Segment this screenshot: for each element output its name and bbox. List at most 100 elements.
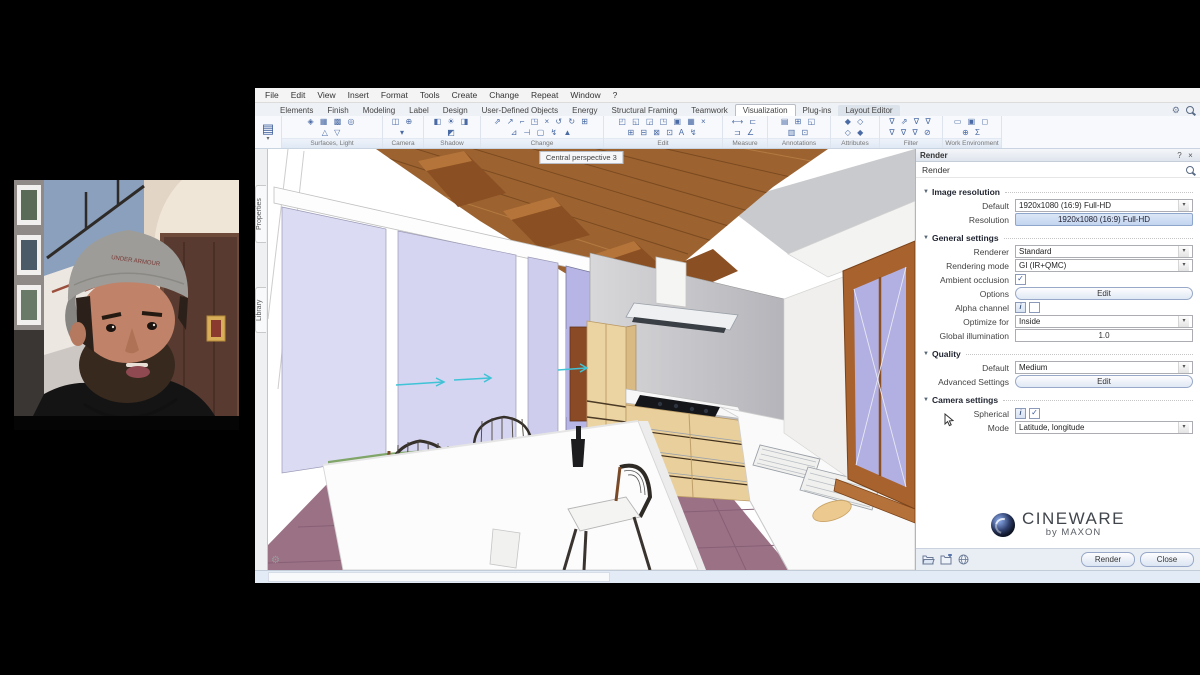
viewport-3d[interactable]: Central perspective 3 ⚙ [268, 149, 915, 570]
help-icon[interactable]: ? [1174, 151, 1185, 160]
group-icons[interactable]: ⟷ ⊏ ⊐ ∠ [723, 116, 767, 138]
tab-label[interactable]: Label [402, 105, 436, 116]
tab-structural-framing[interactable]: Structural Framing [605, 105, 685, 116]
tool-icons-row[interactable]: ⊞ ⊟ ⊠ ⊡ A ↯ [607, 127, 719, 138]
tab-plug-ins[interactable]: Plug-ins [796, 105, 839, 116]
menu-item-edit[interactable]: Edit [285, 90, 312, 100]
tool-icons-row[interactable]: ▾ [386, 127, 420, 138]
sidebar-tab-library[interactable]: Library [255, 287, 266, 333]
camera-mode-dropdown[interactable]: Latitude, longitude ▾ [1015, 421, 1193, 434]
group-icons[interactable]: ∇ ⇗ ∇ ∇ ∇ ∇ ∇ ⊘ [880, 116, 942, 138]
group-surfaces-light: ◈ ▦ ▩ ◎ △ ▽ Surfaces, Light [282, 116, 383, 148]
menu-item-repeat[interactable]: Repeat [525, 90, 564, 100]
tool-icons-row[interactable]: ⇗ ↗ ⌐ ◳ × ↺ ↻ ⊞ [484, 116, 600, 127]
chevron-down-icon[interactable]: ▾ [1178, 362, 1189, 373]
section-camera-settings[interactable]: ▼ Camera settings [923, 395, 1193, 405]
spherical-checkbox[interactable]: ✓ [1029, 408, 1040, 419]
save-preset-icon[interactable] [940, 554, 953, 565]
tab-user-defined-objects[interactable]: User-Defined Objects [475, 105, 565, 116]
tool-icons-row[interactable]: ⟷ ⊏ [726, 116, 764, 127]
tool-icons-row[interactable]: ◫ ⊕ [386, 116, 420, 127]
chevron-down-icon[interactable]: ▾ [1178, 316, 1189, 327]
group-icons[interactable]: ◫ ⊕ ▾ [383, 116, 423, 138]
tool-icons-row[interactable]: ⊕ Σ [946, 127, 998, 138]
gear-icon[interactable]: ⚙ [1172, 105, 1180, 115]
menu-item-view[interactable]: View [311, 90, 341, 100]
ribbon-toolbar: ▤ ▾ ◈ ▦ ▩ ◎ △ ▽ Surfaces, Light ◫ ⊕ ▾ Ca… [255, 116, 1200, 149]
options-edit-button[interactable]: Edit [1015, 287, 1193, 300]
tool-icons-row[interactable]: ▭ ▣ ◻ [946, 116, 998, 127]
menu-item-help[interactable]: ? [607, 90, 624, 100]
tool-icons-row[interactable]: △ ▽ [285, 127, 379, 138]
group-attributes: ◆ ◇ ◇ ◆ Attributes [831, 116, 880, 148]
tool-icons-row[interactable]: ∇ ⇗ ∇ ∇ [883, 116, 939, 127]
tab-visualization[interactable]: Visualization [735, 104, 796, 116]
group-icons[interactable]: ◆ ◇ ◇ ◆ [831, 116, 879, 138]
group-icons[interactable]: ◰ ◱ ◲ ◳ ▣ ▦ × ⊞ ⊟ ⊠ ⊡ A ↯ [604, 116, 722, 138]
dropdown-value: Latitude, longitude [1019, 423, 1178, 432]
tab-teamwork[interactable]: Teamwork [684, 105, 734, 116]
horizontal-scrollbar[interactable] [268, 572, 610, 582]
sidebar-tab-properties[interactable]: Properties [255, 185, 266, 243]
tab-modeling[interactable]: Modeling [356, 105, 402, 116]
optimize-for-dropdown[interactable]: Inside ▾ [1015, 315, 1193, 328]
alpha-channel-checkbox[interactable] [1029, 302, 1040, 313]
menu-item-format[interactable]: Format [375, 90, 414, 100]
magnifier-icon[interactable] [1186, 166, 1194, 174]
logo-name: CINEWARE [1022, 511, 1125, 527]
viewport-gear-icon[interactable]: ⚙ [271, 555, 280, 566]
tab-design[interactable]: Design [436, 105, 475, 116]
section-image-resolution[interactable]: ▼ Image resolution [923, 187, 1193, 197]
group-change: ⇗ ↗ ⌐ ◳ × ↺ ↻ ⊞ ⊿ ⊣ ▢ ↯ ▲ Change [481, 116, 604, 148]
tool-icons-row[interactable]: ◈ ▦ ▩ ◎ [285, 116, 379, 127]
global-illumination-input[interactable]: 1.0 [1015, 329, 1193, 342]
open-folder-icon[interactable] [922, 554, 935, 565]
globe-icon[interactable] [958, 554, 969, 565]
tool-icons-row[interactable]: ∇ ∇ ∇ ⊘ [883, 127, 939, 138]
tool-icons-row[interactable]: ◩ [427, 127, 477, 138]
tool-icons-row[interactable]: ◧ ☀ ◨ [427, 116, 477, 127]
tab-elements[interactable]: Elements [273, 105, 320, 116]
menu-item-file[interactable]: File [259, 90, 285, 100]
chevron-down-icon[interactable]: ▾ [1178, 200, 1189, 211]
menu-item-tools[interactable]: Tools [414, 90, 446, 100]
chevron-down-icon[interactable]: ▾ [1178, 422, 1189, 433]
tab-energy[interactable]: Energy [565, 105, 604, 116]
quality-default-dropdown[interactable]: Medium ▾ [1015, 361, 1193, 374]
group-icons[interactable]: ▭ ▣ ◻ ⊕ Σ [943, 116, 1001, 138]
rendering-mode-dropdown[interactable]: GI (IR+QMC) ▾ [1015, 259, 1193, 272]
group-icons[interactable]: ◈ ▦ ▩ ◎ △ ▽ [282, 116, 382, 138]
tool-icons-row[interactable]: ◰ ◱ ◲ ◳ ▣ ▦ × [607, 116, 719, 127]
tool-icons-row[interactable]: ⊐ ∠ [726, 127, 764, 138]
tab-finish[interactable]: Finish [320, 105, 355, 116]
tool-icons-row[interactable]: ▥ ⊡ [771, 127, 827, 138]
render-button[interactable]: Render [1081, 552, 1135, 567]
tool-icons-row[interactable]: ⊿ ⊣ ▢ ↯ ▲ [484, 127, 600, 138]
menu-item-change[interactable]: Change [483, 90, 525, 100]
tool-icons-row[interactable]: ◇ ◆ [834, 127, 876, 138]
ambient-occlusion-checkbox[interactable]: ✓ [1015, 274, 1026, 285]
field-label: Resolution [923, 215, 1015, 225]
resolution-button[interactable]: 1920x1080 (16:9) Full-HD [1015, 213, 1193, 226]
group-icons[interactable]: ▤ ⊞ ◱ ▥ ⊡ [768, 116, 830, 138]
menu-item-insert[interactable]: Insert [342, 90, 375, 100]
section-general-settings[interactable]: ▼ General settings [923, 233, 1193, 243]
section-quality[interactable]: ▼ Quality [923, 349, 1193, 359]
search-icon[interactable] [1186, 106, 1194, 114]
menu-item-create[interactable]: Create [446, 90, 484, 100]
renderer-dropdown[interactable]: Standard ▾ [1015, 245, 1193, 258]
group-icons[interactable]: ◧ ☀ ◨ ◩ [424, 116, 480, 138]
close-icon[interactable]: × [1185, 151, 1196, 160]
tab-layout-editor[interactable]: Layout Editor [838, 105, 899, 116]
panel-title-bar[interactable]: Render ? × [916, 149, 1200, 162]
tool-icons-row[interactable]: ◆ ◇ [834, 116, 876, 127]
chevron-down-icon[interactable]: ▾ [1178, 260, 1189, 271]
group-icons[interactable]: ⇗ ↗ ⌐ ◳ × ↺ ↻ ⊞ ⊿ ⊣ ▢ ↯ ▲ [481, 116, 603, 138]
tool-icons-row[interactable]: ▤ ⊞ ◱ [771, 116, 827, 127]
advanced-settings-edit-button[interactable]: Edit [1015, 375, 1193, 388]
menu-item-window[interactable]: Window [564, 90, 606, 100]
close-button[interactable]: Close [1140, 552, 1194, 567]
default-resolution-dropdown[interactable]: 1920x1080 (16:9) Full-HD ▾ [1015, 199, 1193, 212]
chevron-down-icon[interactable]: ▾ [1178, 246, 1189, 257]
navigator-button[interactable]: ▤ ▾ [255, 116, 282, 148]
